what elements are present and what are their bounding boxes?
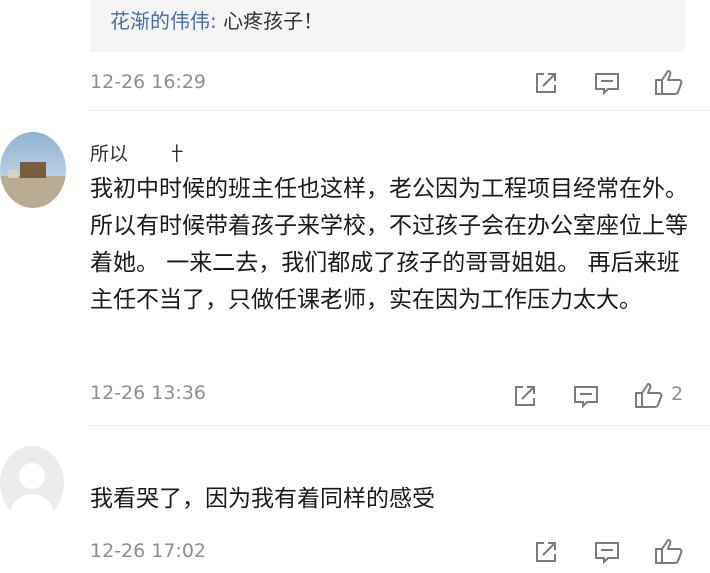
comment-icon bbox=[595, 73, 619, 96]
share-icon bbox=[536, 542, 556, 562]
comment-timestamp: 12-26 17:02 bbox=[90, 540, 207, 562]
reply-author-link[interactable]: 花渐的伟伟 bbox=[110, 9, 210, 33]
share-button[interactable] bbox=[533, 539, 559, 565]
like-button[interactable] bbox=[654, 537, 684, 565]
comment-button[interactable] bbox=[572, 383, 600, 409]
avatar[interactable] bbox=[0, 132, 66, 208]
like-button[interactable] bbox=[654, 68, 684, 96]
comment-timestamp: 12-26 13:36 bbox=[90, 382, 207, 404]
like-button[interactable] bbox=[634, 381, 664, 409]
reply-quote: 花渐的伟伟: 心疼孩子！ bbox=[110, 6, 323, 36]
divider bbox=[90, 110, 710, 111]
share-icon bbox=[536, 73, 556, 93]
default-avatar-icon bbox=[0, 446, 64, 520]
share-button[interactable] bbox=[512, 383, 538, 409]
thumbs-up-icon bbox=[655, 70, 683, 95]
like-count: 2 bbox=[671, 383, 684, 405]
comment-icon bbox=[574, 386, 598, 409]
avatar[interactable] bbox=[0, 446, 64, 520]
redaction-mask bbox=[90, 451, 136, 475]
reply-colon: : bbox=[210, 9, 224, 33]
comment-icon bbox=[595, 542, 619, 565]
share-icon bbox=[515, 386, 535, 406]
avatar-image bbox=[0, 132, 66, 208]
thumbs-up-icon bbox=[655, 539, 683, 564]
comment-body: 我看哭了，因为我有着同样的感受 bbox=[90, 486, 435, 512]
comment-timestamp: 12-26 16:29 bbox=[90, 71, 207, 93]
redaction-mask bbox=[128, 140, 172, 166]
share-button[interactable] bbox=[533, 70, 559, 96]
redaction-mask bbox=[196, 140, 232, 166]
comment-body: 我初中时候的班主任也这样，老公因为工程项目经常在外。所以有时候带着孩子来学校，不… bbox=[90, 176, 688, 313]
reply-text: 心疼孩子！ bbox=[223, 9, 324, 33]
divider bbox=[90, 425, 710, 426]
comment-button[interactable] bbox=[593, 70, 621, 96]
thumbs-up-icon bbox=[635, 383, 663, 408]
comment-button[interactable] bbox=[593, 539, 621, 565]
